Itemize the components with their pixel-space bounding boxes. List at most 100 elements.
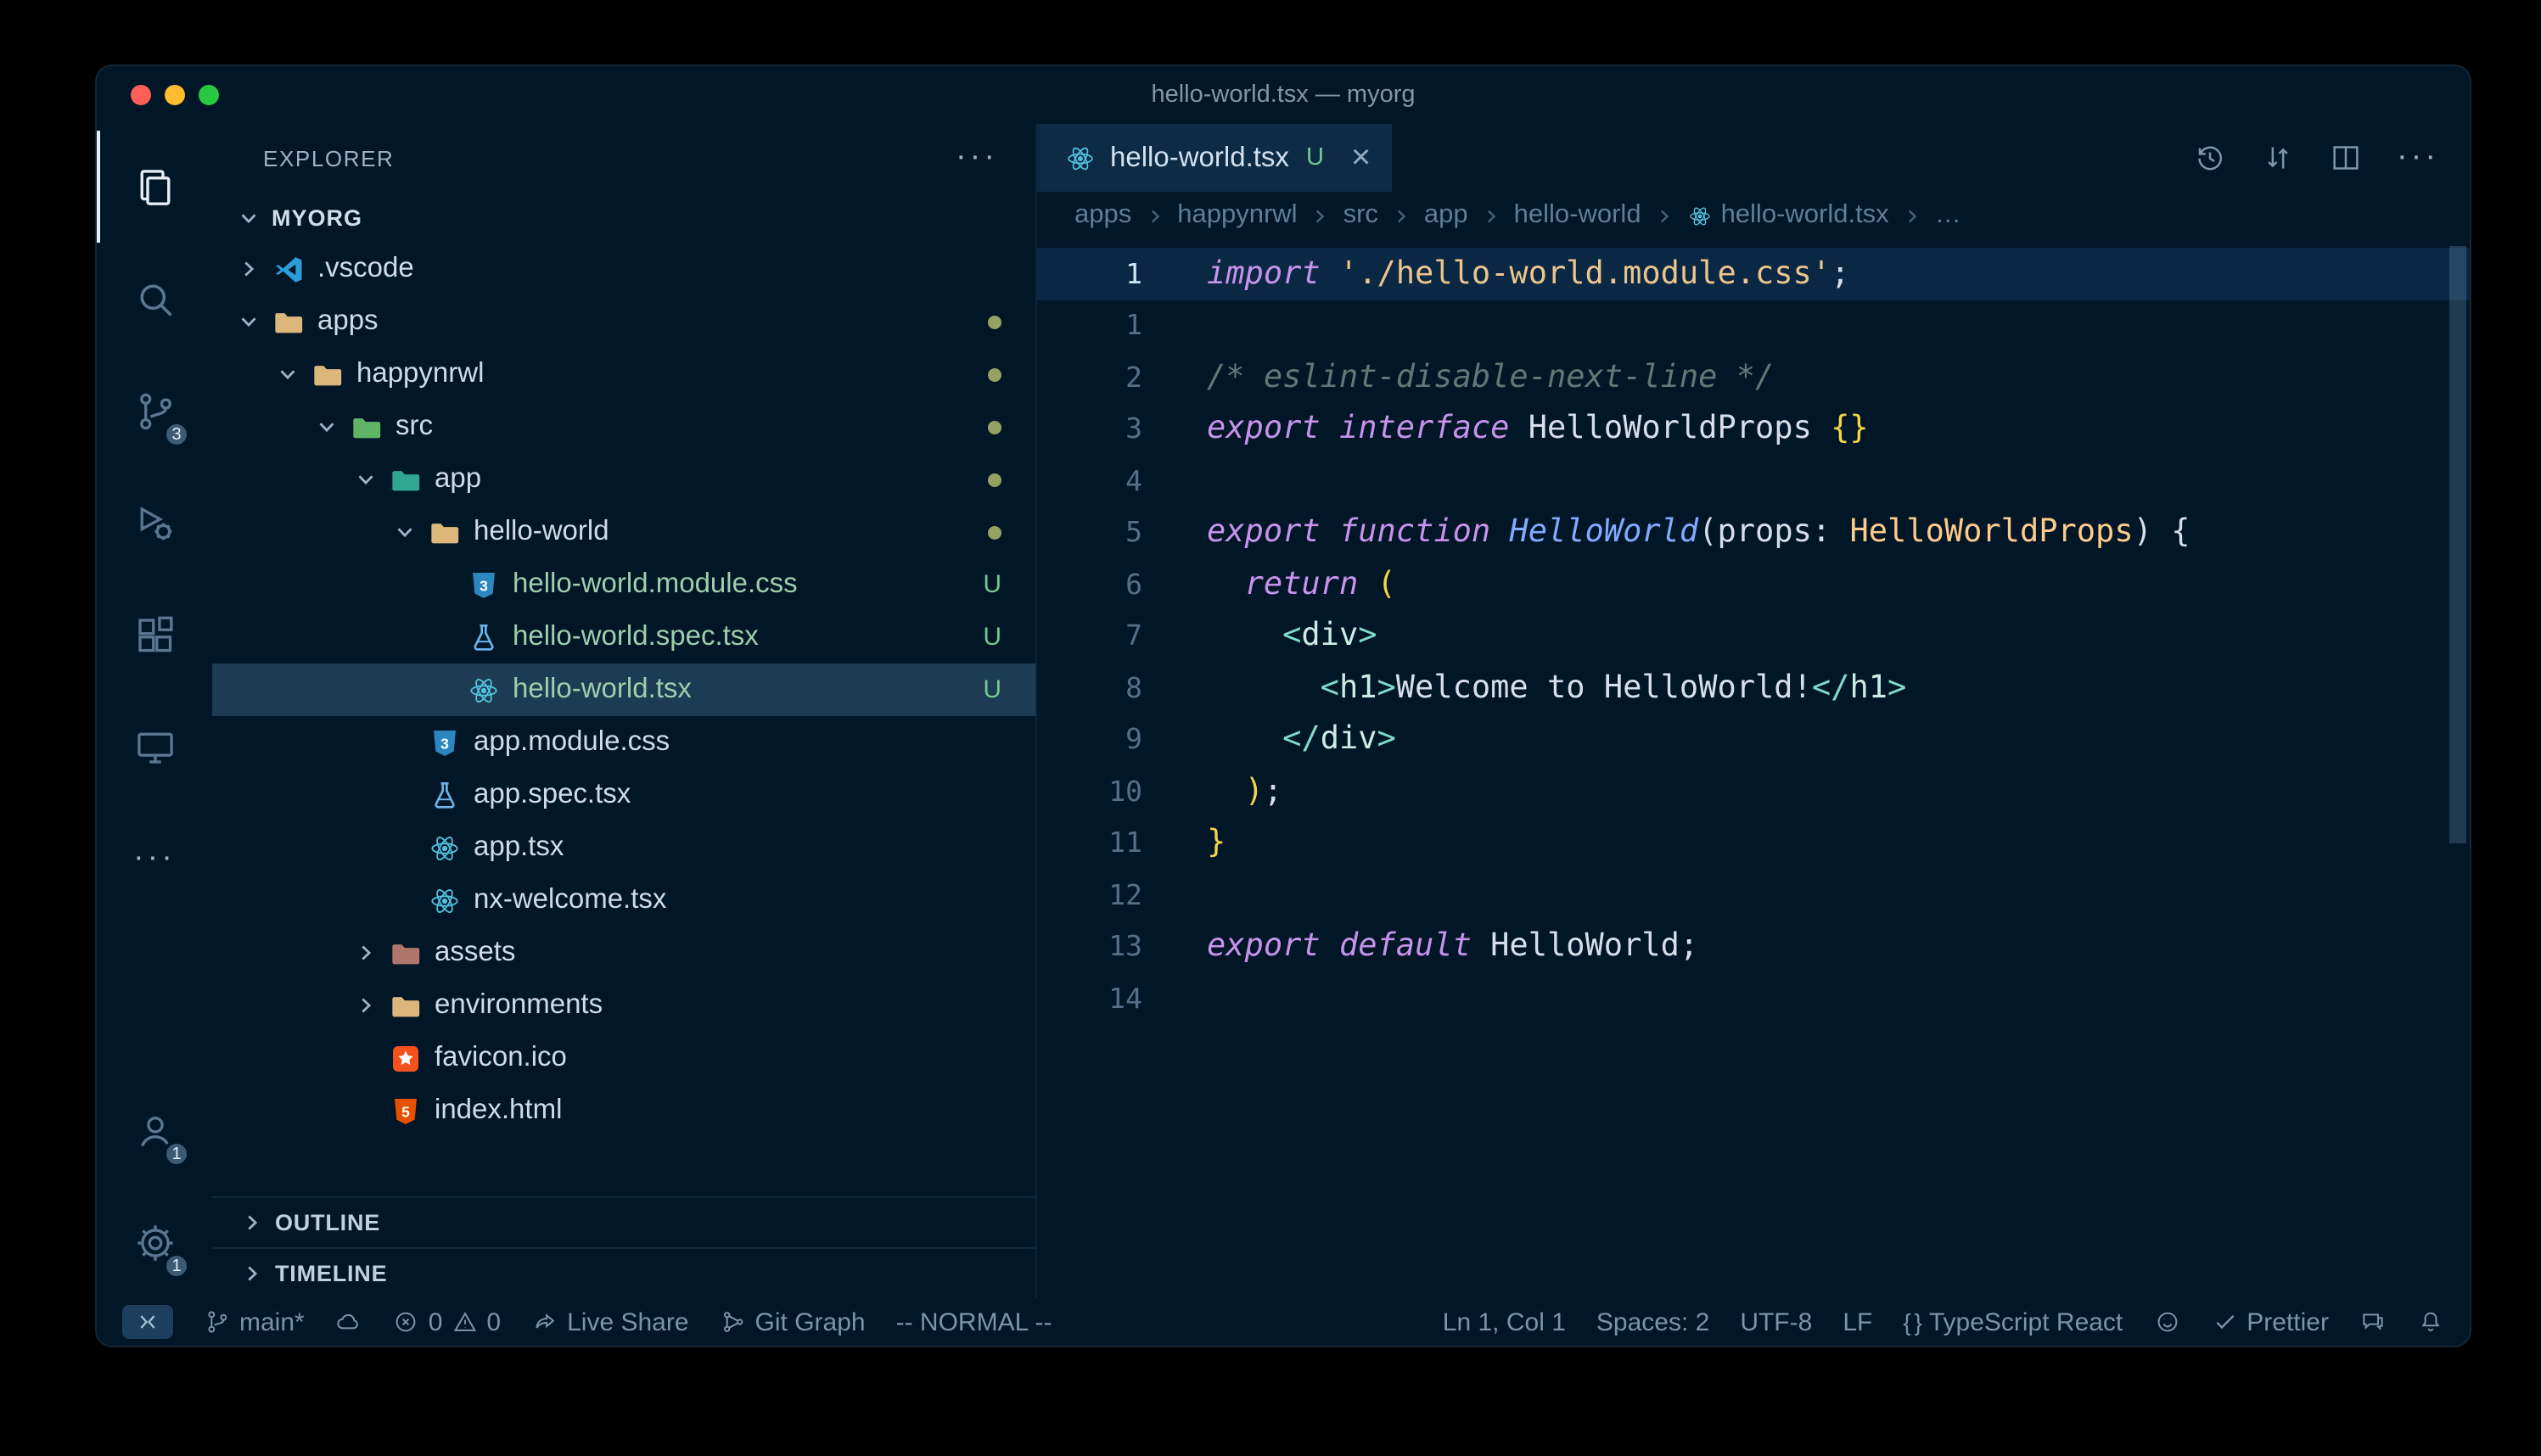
- breadcrumb-[interactable]: …: [1935, 200, 1961, 231]
- chevron-down-icon: [307, 414, 345, 440]
- status-cursor-position[interactable]: Ln 1, Col 1: [1434, 1308, 1574, 1336]
- status-indentation[interactable]: Spaces: 2: [1588, 1308, 1718, 1336]
- tree-item-apps[interactable]: apps: [212, 295, 1035, 348]
- tree-item-hello-world-tsx[interactable]: hello-world.tsxU: [212, 664, 1035, 716]
- comment-icon: [2359, 1308, 2387, 1336]
- code-line-8[interactable]: 8 <h1>Welcome to HelloWorld!</h1>: [1037, 662, 2470, 714]
- title-bar[interactable]: hello-world.tsx — myorg: [97, 66, 2470, 124]
- open-changes-button[interactable]: [2261, 141, 2295, 175]
- section-label: OUTLINE: [275, 1210, 380, 1235]
- tree-item-src[interactable]: src: [212, 400, 1035, 453]
- workspace-root[interactable]: MYORG: [212, 192, 1035, 243]
- split-editor-button[interactable]: [2329, 141, 2363, 175]
- close-tab-icon[interactable]: ×: [1351, 141, 1371, 175]
- chevron-right-icon: [233, 1210, 270, 1235]
- activity-explorer[interactable]: [97, 131, 212, 243]
- code-line-13[interactable]: 13export default HelloWorld;: [1037, 921, 2470, 972]
- breadcrumb-app[interactable]: app: [1424, 200, 1468, 231]
- status-problems[interactable]: 00: [384, 1308, 509, 1336]
- status-live-share[interactable]: Live Share: [523, 1308, 697, 1336]
- breadcrumb-apps[interactable]: apps: [1074, 200, 1131, 231]
- minimize-window-button[interactable]: [165, 85, 185, 105]
- breadcrumb-label: app: [1424, 200, 1468, 231]
- scrollbar-thumb[interactable]: [2449, 246, 2466, 843]
- status-prettier[interactable]: Prettier: [2202, 1308, 2337, 1336]
- tree-item-hello-world-module-css[interactable]: 3hello-world.module.cssU: [212, 558, 1035, 611]
- tree-item-hello-world-spec-tsx[interactable]: hello-world.spec.tsxU: [212, 611, 1035, 664]
- monitor-icon: [132, 724, 177, 770]
- code-editor[interactable]: 1import './hello-world.module.css';12/* …: [1037, 239, 2470, 1298]
- breadcrumb-happynrwl[interactable]: happynrwl: [1177, 200, 1297, 231]
- line-number: 1: [1037, 258, 1142, 290]
- status-remote-indicator[interactable]: [114, 1305, 182, 1339]
- code-line-12[interactable]: 12: [1037, 869, 2470, 921]
- tree-item-index-html[interactable]: 5index.html: [212, 1084, 1035, 1137]
- close-window-button[interactable]: [131, 85, 151, 105]
- status-label: UTF-8: [1740, 1308, 1812, 1336]
- code-text: export interface HelloWorldProps {}: [1207, 412, 1869, 447]
- line-number: 5: [1037, 517, 1142, 549]
- tree-item-app-module-css[interactable]: 3app.module.css: [212, 716, 1035, 769]
- tree-item-label: app.tsx: [474, 832, 564, 864]
- section-timeline[interactable]: TIMELINE: [212, 1247, 1035, 1298]
- status-language-mode[interactable]: { }TypeScript React: [1894, 1308, 2131, 1336]
- status-eol[interactable]: LF: [1834, 1308, 1881, 1336]
- status-vim-mode[interactable]: -- NORMAL --: [888, 1308, 1061, 1336]
- tree-item-favicon-ico[interactable]: favicon.ico: [212, 1032, 1035, 1084]
- tree-item-hello-world[interactable]: hello-world: [212, 506, 1035, 558]
- editor-actions: ···: [2193, 124, 2470, 192]
- breadcrumb-hello-world-tsx[interactable]: hello-world.tsx: [1687, 200, 1889, 231]
- more-actions-button[interactable]: ···: [2397, 151, 2439, 165]
- code-line-6[interactable]: 6 return (: [1037, 558, 2470, 610]
- status-feedback[interactable]: [2351, 1308, 2395, 1336]
- status-sync-changes[interactable]: [327, 1308, 371, 1336]
- activity-settings[interactable]: 1: [97, 1186, 212, 1298]
- code-line-10[interactable]: 10 );: [1037, 765, 2470, 817]
- status-notifications[interactable]: [2409, 1308, 2453, 1336]
- code-line-7[interactable]: 7 <div>: [1037, 610, 2470, 662]
- breadcrumb-separator-icon: [1390, 204, 1412, 227]
- activity-remote-explorer[interactable]: [97, 691, 212, 803]
- status-git-branch[interactable]: main*: [195, 1308, 313, 1336]
- activity-source-control[interactable]: 3: [97, 355, 212, 467]
- code-line-2[interactable]: 2/* eslint-disable-next-line */: [1037, 351, 2470, 403]
- tree-item-assets[interactable]: assets: [212, 927, 1035, 979]
- tree-item-vscode[interactable]: .vscode: [212, 243, 1035, 295]
- tree-item-nx-welcome-tsx[interactable]: nx-welcome.tsx: [212, 874, 1035, 927]
- explorer-more-icon[interactable]: ···: [956, 151, 998, 165]
- tree-item-environments[interactable]: environments: [212, 979, 1035, 1032]
- code-line-3[interactable]: 3export interface HelloWorldProps {}: [1037, 403, 2470, 455]
- status-feedback-smiley[interactable]: [2145, 1308, 2189, 1336]
- tree-item-app-tsx[interactable]: app.tsx: [212, 821, 1035, 874]
- code-line-5[interactable]: 5export function HelloWorld(props: Hello…: [1037, 507, 2470, 558]
- status-git-graph[interactable]: Git Graph: [711, 1308, 874, 1336]
- activity-more-views[interactable]: ···: [97, 803, 212, 915]
- code-line-9[interactable]: 9 </div>: [1037, 714, 2470, 765]
- code-line-4[interactable]: 4: [1037, 455, 2470, 507]
- git-untracked-badge: U: [983, 675, 1001, 704]
- tree-item-app-spec-tsx[interactable]: app.spec.tsx: [212, 769, 1035, 821]
- breadcrumb-hello-world[interactable]: hello-world: [1514, 200, 1641, 231]
- tree-item-happynrwl[interactable]: happynrwl: [212, 348, 1035, 400]
- activity-extensions[interactable]: [97, 579, 212, 691]
- tree-item-app[interactable]: app: [212, 453, 1035, 506]
- tab-hello-world-tsx[interactable]: hello-world.tsxU×: [1037, 124, 1391, 192]
- activity-accounts[interactable]: 1: [97, 1074, 212, 1186]
- activity-run-debug[interactable]: [97, 467, 212, 579]
- code-line-11[interactable]: 11}: [1037, 817, 2470, 869]
- chevron-right-icon: [233, 1261, 270, 1286]
- tab-git-badge: U: [1306, 144, 1324, 171]
- breadcrumb-src[interactable]: src: [1343, 200, 1378, 231]
- files-icon: [132, 164, 177, 210]
- tree-item-label: hello-world.module.css: [513, 568, 798, 601]
- code-line-14[interactable]: 14: [1037, 972, 2470, 1024]
- section-outline[interactable]: OUTLINE: [212, 1196, 1035, 1247]
- activity-search[interactable]: [97, 243, 212, 355]
- code-line-1[interactable]: 1: [1037, 300, 2470, 351]
- timeline-history-button[interactable]: [2193, 141, 2227, 175]
- vscode-icon: [272, 252, 306, 286]
- status-encoding[interactable]: UTF-8: [1731, 1308, 1820, 1336]
- zoom-window-button[interactable]: [199, 85, 219, 105]
- code-line-1[interactable]: 1import './hello-world.module.css';: [1037, 248, 2470, 300]
- breadcrumb-separator-icon: [1653, 204, 1675, 227]
